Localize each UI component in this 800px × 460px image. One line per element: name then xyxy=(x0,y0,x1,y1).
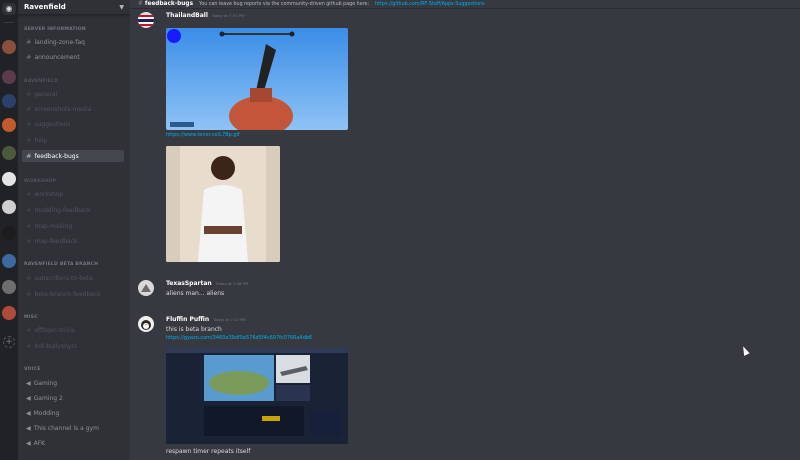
message-meta: ThailandBall Today at 7:01 PM xyxy=(166,12,244,19)
message-body: TexasSpartan Today at 7:08 PM aliens man… xyxy=(166,280,248,297)
channel-map-making[interactable]: # map-making xyxy=(22,220,124,232)
channel-bot[interactable]: # bot-bullyshyrs xyxy=(22,340,124,352)
tenor-link[interactable]: https://www.tenor.co/L7Bp.gif xyxy=(166,132,240,138)
server-name: Ravenfield xyxy=(24,3,66,11)
server-icon[interactable] xyxy=(2,70,16,84)
discord-app: ◉ + Ravenfield ▼ SERVER INFORMATION # lan… xyxy=(0,0,800,460)
channel-title: # feedback-bugs xyxy=(138,1,194,7)
voice-channel-afk[interactable]: ◀ AFK xyxy=(22,437,124,449)
voice-channel-gym[interactable]: ◀ This channel is a gym xyxy=(22,422,124,434)
game-screenshot-embed[interactable] xyxy=(166,28,348,130)
mouse-cursor xyxy=(740,345,750,356)
hash-icon: # xyxy=(26,105,32,113)
speaker-icon: ◀ xyxy=(26,409,31,417)
topic-link[interactable]: https://github.com/RF-Staff/Apps-Suggest… xyxy=(375,2,485,7)
gyazo-screenshot-embed[interactable] xyxy=(166,348,348,444)
message-meta: TexasSpartan Today at 7:08 PM xyxy=(166,280,248,287)
username[interactable]: TexasSpartan xyxy=(166,280,212,287)
voice-channel-gaming[interactable]: ◀ Gaming xyxy=(22,377,124,389)
category-beta-branch[interactable]: RAVENFIELD BETA BRANCH xyxy=(24,262,98,267)
username[interactable]: ThailandBall xyxy=(166,12,208,19)
avatar[interactable] xyxy=(138,12,154,28)
avatar[interactable] xyxy=(138,280,154,296)
server-icon[interactable] xyxy=(2,280,16,294)
gyazo-link[interactable]: https://gyazo.com/3460a39df0a576d5f4c697… xyxy=(166,335,312,341)
hash-icon: # xyxy=(26,38,32,46)
message-text: this is beta branch xyxy=(166,326,222,333)
channel-beta-branch-feedback[interactable]: # beta-branch-feedback xyxy=(22,288,124,300)
category-misc[interactable]: MISC xyxy=(24,315,38,320)
timestamp: Today at 7:12 PM xyxy=(213,317,246,322)
server-icon[interactable] xyxy=(2,118,16,132)
hash-icon: # xyxy=(26,90,32,98)
category-server-information[interactable]: SERVER INFORMATION xyxy=(24,27,86,32)
server-icon[interactable] xyxy=(2,254,16,268)
channel-modding-feedback[interactable]: # modding-feedback xyxy=(22,204,124,216)
server-icon[interactable] xyxy=(2,94,16,108)
message-body: Fluffin Puffin Today at 7:12 PM this is … xyxy=(166,316,312,341)
timestamp: Today at 7:01 PM xyxy=(211,13,245,18)
speaker-icon: ◀ xyxy=(26,379,31,387)
hash-icon: # xyxy=(26,206,32,214)
message-text: respawn timer repeats itself xyxy=(166,448,251,455)
server-header[interactable]: Ravenfield ▼ xyxy=(18,0,130,15)
message-text: aliens man... aliens xyxy=(166,290,225,297)
server-list: ◉ + xyxy=(0,0,18,460)
channel-announcement[interactable]: # announcement xyxy=(22,51,124,63)
add-server-icon[interactable]: + xyxy=(3,336,15,348)
server-icon[interactable] xyxy=(2,200,16,214)
hash-icon: # xyxy=(26,326,32,334)
hash-icon: # xyxy=(26,274,32,282)
channel-sidebar: Ravenfield ▼ SERVER INFORMATION # landing… xyxy=(18,0,130,460)
channel-map-feedback[interactable]: # map-feedback xyxy=(22,235,124,247)
server-icon[interactable] xyxy=(2,146,16,160)
speaker-icon: ◀ xyxy=(26,424,31,432)
speaker-icon: ◀ xyxy=(26,394,31,402)
channel-subscribers-to-beta[interactable]: # subscribers-to-beta xyxy=(22,272,124,284)
message-body: ThailandBall Today at 7:01 PM xyxy=(166,12,244,19)
channel-help[interactable]: # help xyxy=(22,134,124,146)
server-separator xyxy=(4,22,14,23)
server-icon[interactable] xyxy=(2,226,16,240)
hash-icon: # xyxy=(26,120,32,128)
category-voice[interactable]: VOICE xyxy=(24,367,41,372)
hash-icon: # xyxy=(26,342,32,350)
channel-landing-zone-faq[interactable]: # landing-zone-faq xyxy=(22,36,124,48)
channel-offtopic[interactable]: # offtopic-trivia xyxy=(22,324,124,336)
timestamp: Today at 7:08 PM xyxy=(215,281,249,286)
voice-channel-gaming-2[interactable]: ◀ Gaming 2 xyxy=(22,392,124,404)
hash-icon: # xyxy=(26,222,32,230)
voice-channel-modding[interactable]: ◀ Modding xyxy=(22,407,124,419)
message-meta: Fluffin Puffin Today at 7:12 PM xyxy=(166,316,312,323)
category-workshop[interactable]: Workshop xyxy=(24,179,56,184)
chevron-down-icon: ▼ xyxy=(119,3,124,11)
hash-icon: # xyxy=(138,1,143,7)
category-ravenfield[interactable]: Ravenfield xyxy=(24,79,58,84)
username[interactable]: Fluffin Puffin xyxy=(166,316,209,323)
channel-feedback-bugs[interactable]: # feedback-bugs xyxy=(22,150,124,162)
chat-area: # feedback-bugs You can leave bug reports… xyxy=(130,0,800,460)
server-icon[interactable] xyxy=(2,40,16,54)
gif-embed[interactable] xyxy=(166,146,280,262)
channel-workshop[interactable]: # workshop xyxy=(22,188,124,200)
hash-icon: # xyxy=(26,190,32,198)
hash-icon: # xyxy=(26,152,32,160)
channel-general[interactable]: # general xyxy=(22,88,124,100)
channel-suggestions[interactable]: # suggestions xyxy=(22,118,124,130)
hash-icon: # xyxy=(26,53,32,61)
home-icon[interactable]: ◉ xyxy=(2,3,16,15)
server-icon[interactable] xyxy=(2,172,16,186)
speaker-icon: ◀ xyxy=(26,439,31,447)
channel-screenshots-media[interactable]: # screenshots-media xyxy=(22,103,124,115)
server-icon[interactable] xyxy=(2,306,16,320)
hash-icon: # xyxy=(26,290,32,298)
hash-icon: # xyxy=(26,136,32,144)
hash-icon: # xyxy=(26,237,32,245)
avatar[interactable] xyxy=(138,316,154,332)
channel-header: # feedback-bugs You can leave bug reports… xyxy=(130,0,800,8)
channel-topic: You can leave bug reports via the commun… xyxy=(199,1,370,7)
